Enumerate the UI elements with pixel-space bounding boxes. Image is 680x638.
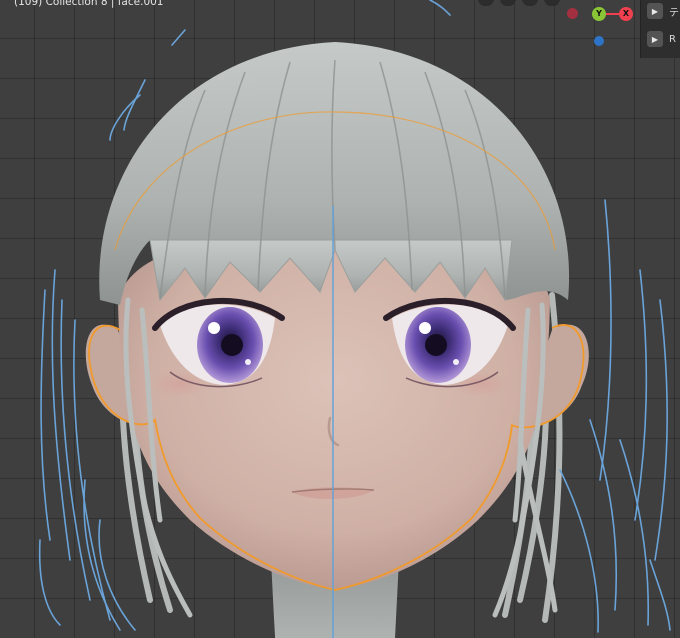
- face-mesh[interactable]: [118, 228, 550, 590]
- gizmo-y-axis[interactable]: Y: [592, 7, 606, 21]
- gizmo-x-axis[interactable]: X: [619, 7, 633, 21]
- 3d-viewport[interactable]: (109) Collection 8 | face.001 Y X ▶ テ ▶ …: [0, 0, 680, 638]
- panel-row-1[interactable]: ▶ テ: [647, 1, 680, 21]
- panel-row-2[interactable]: ▶ R: [647, 29, 680, 49]
- gizmo-neg-x-axis[interactable]: [567, 8, 578, 19]
- expand-arrow-icon[interactable]: ▶: [647, 3, 663, 19]
- sidebar-panel: ▶ テ ▶ R: [640, 0, 680, 58]
- character-model[interactable]: [0, 0, 680, 638]
- expand-arrow-icon[interactable]: ▶: [647, 31, 663, 47]
- gizmo-z-axis[interactable]: [594, 36, 604, 46]
- object-info-text: (109) Collection 8 | face.001: [14, 0, 164, 8]
